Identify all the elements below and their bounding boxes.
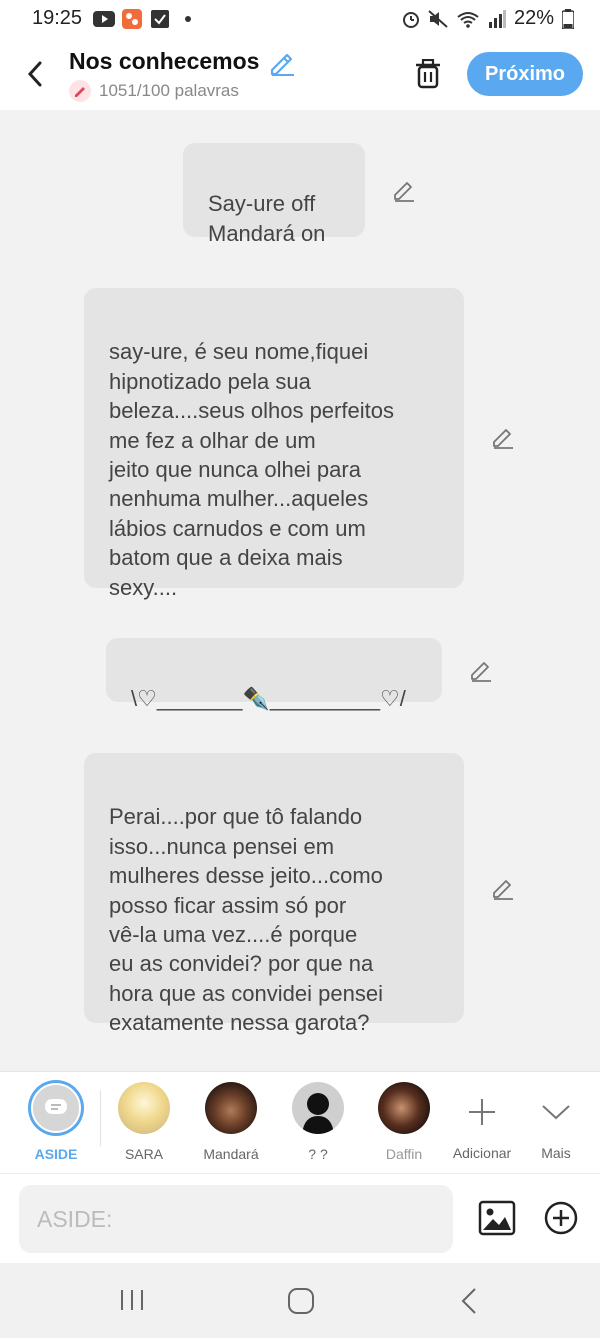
back-icon [461,1288,476,1314]
character-name: Daffin [385,1146,423,1162]
header: Nos conhecemos 1051/100 palavras Próximo [0,38,600,110]
daffin-avatar [378,1082,430,1134]
delete-button[interactable] [412,56,444,92]
status-notification-icons [93,9,199,29]
trash-icon [416,59,440,89]
home-button[interactable] [287,1287,315,1320]
system-nav-bar [0,1263,600,1338]
word-count: 1051/100 palavras [69,80,239,102]
pencil-icon [270,53,294,76]
pencil-icon [493,880,513,900]
more-label: Mais [541,1145,571,1161]
message-text: \♡_______✒️_________♡/ [131,686,406,712]
status-bar: 19:25 22% [0,0,600,38]
unknown-avatar [292,1082,344,1134]
battery-percent: 22% [513,7,554,29]
more-button[interactable]: Mais [524,1082,588,1161]
character-name: Mandará [203,1146,259,1162]
recents-icon [121,1290,143,1310]
message-bubble[interactable]: \♡_______✒️_________♡/ [106,638,442,711]
edit-message-button[interactable] [489,423,517,451]
plus-circle-icon [544,1201,578,1235]
character-sara[interactable]: SARA [112,1082,176,1162]
character-mandara[interactable]: Mandará [199,1082,263,1162]
divider [100,1090,101,1146]
add-character-button[interactable]: Adicionar [450,1082,514,1161]
dot-icon [177,9,199,29]
character-aside[interactable]: ASIDE [24,1080,88,1162]
message-input[interactable]: ASIDE: [19,1185,453,1253]
character-daffin[interactable]: Daffin [372,1082,436,1162]
app-icon [121,9,143,29]
mandara-avatar [205,1082,257,1134]
status-time: 19:25 [32,7,83,29]
character-name: SARA [124,1146,164,1162]
mute-icon [428,9,448,28]
character-name: ? ? [308,1146,328,1162]
pencil-icon [394,182,414,202]
input-bar: ASIDE: [0,1173,600,1264]
chevron-left-icon [27,61,42,87]
message-text: Say-ure off Mandará on [208,191,326,246]
check-icon [149,9,171,29]
speech-bubble-icon [45,1099,67,1114]
message-bubble[interactable]: Say-ure off Mandará on [183,143,365,246]
home-icon [288,1288,314,1314]
edit-title-button[interactable] [268,48,296,81]
character-name: ASIDE [34,1146,78,1162]
battery-icon [562,8,574,29]
character-unknown[interactable]: ? ? [286,1082,350,1162]
pencil-icon [471,662,491,682]
chevron-down-icon [542,1105,570,1120]
pencil-icon [493,429,513,449]
image-icon [478,1200,516,1236]
next-button[interactable]: Próximo [467,52,583,96]
word-count-text: 1051/100 palavras [99,81,239,100]
status-system-icons: 22% [402,7,574,30]
sara-avatar [118,1082,170,1134]
youtube-icon [93,9,115,29]
edit-message-button[interactable] [390,176,418,204]
alarm-icon [402,11,419,28]
add-button[interactable] [543,1200,579,1236]
edit-message-button[interactable] [467,656,495,684]
recents-button[interactable] [118,1288,146,1317]
signal-icon [488,9,506,28]
image-button[interactable] [478,1200,516,1236]
message-text: say-ure, é seu nome,fiquei hipnotizado p… [109,339,394,600]
page-title: Nos conhecemos [69,48,260,74]
silhouette-icon [302,1093,334,1134]
wifi-icon [457,11,479,28]
message-text: Perai....por que tô falando isso...nunca… [109,804,383,1036]
add-label: Adicionar [452,1145,512,1161]
pencil-badge-icon [69,80,91,102]
edit-message-button[interactable] [489,874,517,902]
aside-avatar [28,1080,84,1136]
message-bubble[interactable]: Perai....por que tô falando isso...nunca… [84,753,464,1035]
back-button[interactable] [20,56,50,92]
plus-icon [469,1099,495,1125]
message-bubble[interactable]: say-ure, é seu nome,fiquei hipnotizado p… [84,288,464,600]
back-nav-button[interactable] [460,1287,478,1320]
character-selector: ASIDE SARA Mandará ? ? Daffin Adicionar … [0,1071,600,1174]
